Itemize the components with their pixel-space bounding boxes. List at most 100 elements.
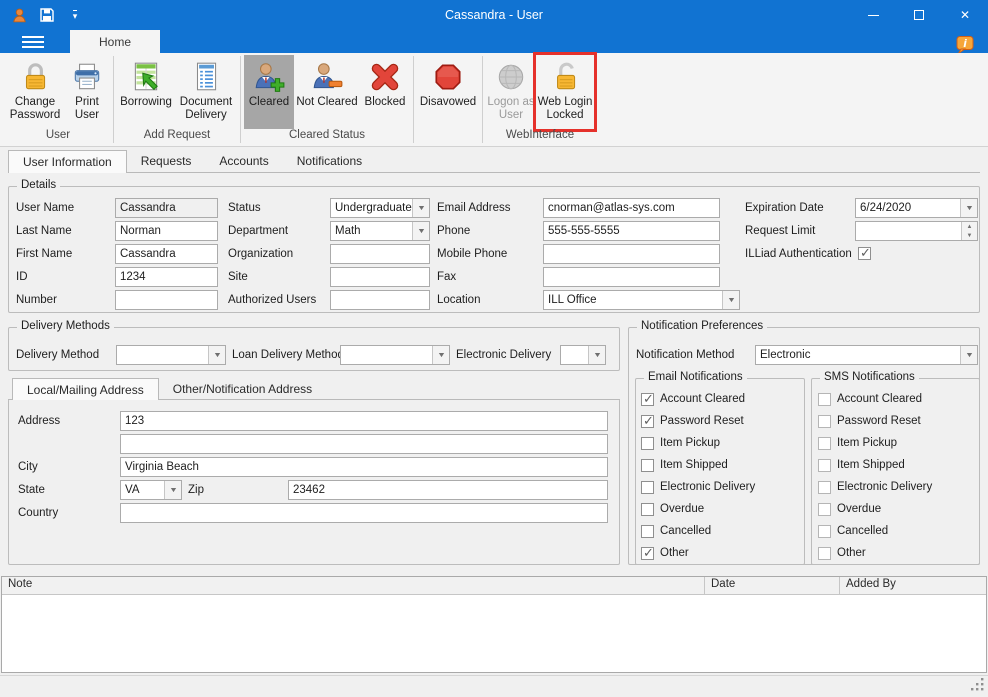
sms-account-cleared-option[interactable]: Account Cleared	[818, 391, 922, 407]
electronic-delivery-dropdown[interactable]	[560, 345, 606, 365]
chevron-down-icon[interactable]	[960, 199, 977, 217]
organization-field[interactable]	[330, 244, 430, 264]
blocked-button[interactable]: Blocked	[360, 55, 410, 129]
checkbox-icon[interactable]	[818, 525, 831, 538]
sms-item-shipped-option[interactable]: Item Shipped	[818, 457, 905, 473]
user-name-field[interactable]	[115, 198, 218, 218]
checkbox-icon[interactable]	[818, 459, 831, 472]
email-cancelled-option[interactable]: Cancelled	[641, 523, 711, 539]
print-user-button[interactable]: Print User	[64, 55, 110, 129]
email-password-reset-option[interactable]: Password Reset	[641, 413, 744, 429]
checkbox-icon[interactable]	[641, 481, 654, 494]
chevron-down-icon[interactable]	[208, 346, 225, 364]
checkbox-icon[interactable]	[641, 547, 654, 560]
notes-column-note[interactable]: Note	[2, 577, 705, 594]
sms-electronic-delivery-option[interactable]: Electronic Delivery	[818, 479, 932, 495]
change-password-button[interactable]: Change Password	[6, 55, 64, 129]
mobile-phone-field[interactable]	[543, 244, 720, 264]
resize-grip-icon[interactable]	[971, 678, 984, 694]
country-field[interactable]	[120, 503, 608, 523]
loan-delivery-method-dropdown[interactable]	[340, 345, 450, 365]
maximize-button[interactable]	[896, 0, 942, 30]
sms-overdue-option[interactable]: Overdue	[818, 501, 881, 517]
address-line1-field[interactable]	[120, 411, 608, 431]
authorized-users-field[interactable]	[330, 290, 430, 310]
checkbox-icon[interactable]	[818, 415, 831, 428]
checkbox-icon[interactable]	[641, 415, 654, 428]
email-field[interactable]	[543, 198, 720, 218]
checkbox-icon[interactable]	[818, 481, 831, 494]
tab-other-notification-address[interactable]: Other/Notification Address	[159, 378, 326, 399]
disavowed-button[interactable]: Disavowed	[417, 55, 479, 129]
checkbox-icon[interactable]	[641, 503, 654, 516]
chevron-down-icon[interactable]	[722, 291, 739, 309]
email-overdue-option[interactable]: Overdue	[641, 501, 704, 517]
checkbox-icon[interactable]	[641, 525, 654, 538]
site-field[interactable]	[330, 267, 430, 287]
user-icon[interactable]	[10, 6, 28, 24]
tab-user-information[interactable]: User Information	[8, 150, 127, 173]
ribbon-tab-home[interactable]: Home	[70, 30, 160, 53]
logon-as-user-button[interactable]: Logon as User	[486, 55, 536, 129]
tab-local-mailing-address[interactable]: Local/Mailing Address	[12, 378, 159, 400]
notification-method-dropdown[interactable]: Electronic	[755, 345, 978, 365]
request-limit-stepper[interactable]	[855, 221, 978, 241]
sms-cancelled-option[interactable]: Cancelled	[818, 523, 888, 539]
illiad-authentication-checkbox[interactable]	[858, 247, 871, 260]
email-item-shipped-option[interactable]: Item Shipped	[641, 457, 728, 473]
state-dropdown[interactable]: VA	[120, 480, 182, 500]
email-other-option[interactable]: Other	[641, 545, 689, 561]
cleared-button[interactable]: Cleared	[244, 55, 294, 129]
web-login-locked-button[interactable]: Web Login Locked	[536, 55, 594, 129]
chevron-down-icon[interactable]	[432, 346, 449, 364]
city-field[interactable]	[120, 457, 608, 477]
chevron-down-icon[interactable]	[588, 346, 605, 364]
address-line2-field[interactable]	[120, 434, 608, 454]
checkbox-icon[interactable]	[818, 547, 831, 560]
tab-notifications[interactable]: Notifications	[283, 150, 376, 172]
phone-field[interactable]	[543, 221, 720, 241]
last-name-field[interactable]	[115, 221, 218, 241]
borrowing-button[interactable]: Borrowing	[117, 55, 175, 129]
checkbox-icon[interactable]	[818, 393, 831, 406]
expiration-date-dropdown[interactable]: 6/24/2020	[855, 198, 978, 218]
save-icon[interactable]	[38, 6, 56, 24]
sms-password-reset-option[interactable]: Password Reset	[818, 413, 921, 429]
email-item-pickup-option[interactable]: Item Pickup	[641, 435, 720, 451]
spin-down-icon[interactable]	[962, 231, 977, 240]
document-delivery-button[interactable]: Document Delivery	[175, 55, 237, 129]
first-name-field[interactable]	[115, 244, 218, 264]
email-electronic-delivery-option[interactable]: Electronic Delivery	[641, 479, 755, 495]
notes-table-body[interactable]	[2, 595, 986, 672]
checkbox-icon[interactable]	[641, 437, 654, 450]
fax-field[interactable]	[543, 267, 720, 287]
customize-toolbar-caret-icon[interactable]: ▾	[66, 6, 84, 24]
checkbox-icon[interactable]	[641, 393, 654, 406]
chevron-down-icon[interactable]	[412, 222, 429, 240]
checkbox-icon[interactable]	[818, 437, 831, 450]
sms-item-pickup-option[interactable]: Item Pickup	[818, 435, 897, 451]
tab-accounts[interactable]: Accounts	[205, 150, 282, 172]
notes-column-added-by[interactable]: Added By	[840, 577, 986, 594]
spin-up-icon[interactable]	[962, 222, 977, 231]
location-dropdown[interactable]: ILL Office	[543, 290, 740, 310]
delivery-method-dropdown[interactable]	[116, 345, 226, 365]
minimize-button[interactable]	[850, 0, 896, 30]
number-field[interactable]	[115, 290, 218, 310]
id-field[interactable]	[115, 267, 218, 287]
hamburger-menu-icon[interactable]	[16, 30, 50, 53]
chevron-down-icon[interactable]	[412, 199, 429, 217]
chevron-down-icon[interactable]	[960, 346, 977, 364]
department-dropdown[interactable]: Math	[330, 221, 430, 241]
checkbox-icon[interactable]	[641, 459, 654, 472]
chevron-down-icon[interactable]	[164, 481, 181, 499]
status-dropdown[interactable]: Undergraduate	[330, 198, 430, 218]
tab-requests[interactable]: Requests	[127, 150, 206, 172]
email-account-cleared-option[interactable]: Account Cleared	[641, 391, 745, 407]
notes-column-date[interactable]: Date	[705, 577, 840, 594]
checkbox-icon[interactable]	[818, 503, 831, 516]
help-icon[interactable]: i	[955, 35, 975, 55]
close-button[interactable]	[942, 0, 988, 30]
sms-other-option[interactable]: Other	[818, 545, 866, 561]
not-cleared-button[interactable]: Not Cleared	[294, 55, 360, 129]
